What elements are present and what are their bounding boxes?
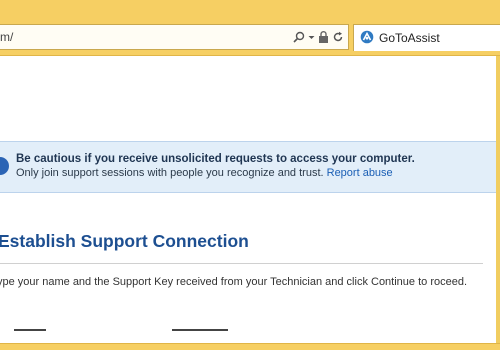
info-icon bbox=[0, 157, 9, 175]
browser-chrome: m/ GoToAssist bbox=[0, 0, 500, 56]
page-content bbox=[0, 56, 496, 343]
refresh-icon[interactable] bbox=[332, 31, 344, 43]
cut-off-form-labels bbox=[0, 329, 496, 339]
gotoassist-logo-icon bbox=[360, 30, 374, 49]
security-warning-banner: Be cautious if you receive unsolicited r… bbox=[0, 141, 496, 193]
address-text[interactable]: m/ bbox=[0, 30, 13, 44]
report-abuse-link[interactable]: Report abuse bbox=[327, 167, 393, 179]
lock-icon[interactable] bbox=[318, 31, 329, 43]
search-icon[interactable] bbox=[293, 31, 305, 43]
cut-off-label bbox=[172, 329, 229, 331]
instructions-text: ype your name and the Support Key receiv… bbox=[0, 276, 468, 288]
page-title: Establish Support Connection bbox=[0, 231, 249, 251]
cut-off-label bbox=[14, 329, 46, 331]
browser-tab[interactable]: GoToAssist bbox=[353, 24, 500, 51]
address-bar-icons bbox=[293, 29, 344, 45]
warning-title: Be cautious if you receive unsolicited r… bbox=[16, 153, 415, 165]
warning-body: Only join support sessions with people y… bbox=[16, 167, 393, 179]
address-bar[interactable]: m/ bbox=[0, 24, 349, 50]
tab-title: GoToAssist bbox=[379, 31, 440, 45]
divider bbox=[0, 263, 483, 264]
warning-body-text: Only join support sessions with people y… bbox=[16, 167, 324, 179]
window-edge bbox=[496, 56, 500, 343]
window-bottom-edge bbox=[0, 343, 500, 350]
dropdown-arrow-icon[interactable] bbox=[308, 31, 315, 43]
